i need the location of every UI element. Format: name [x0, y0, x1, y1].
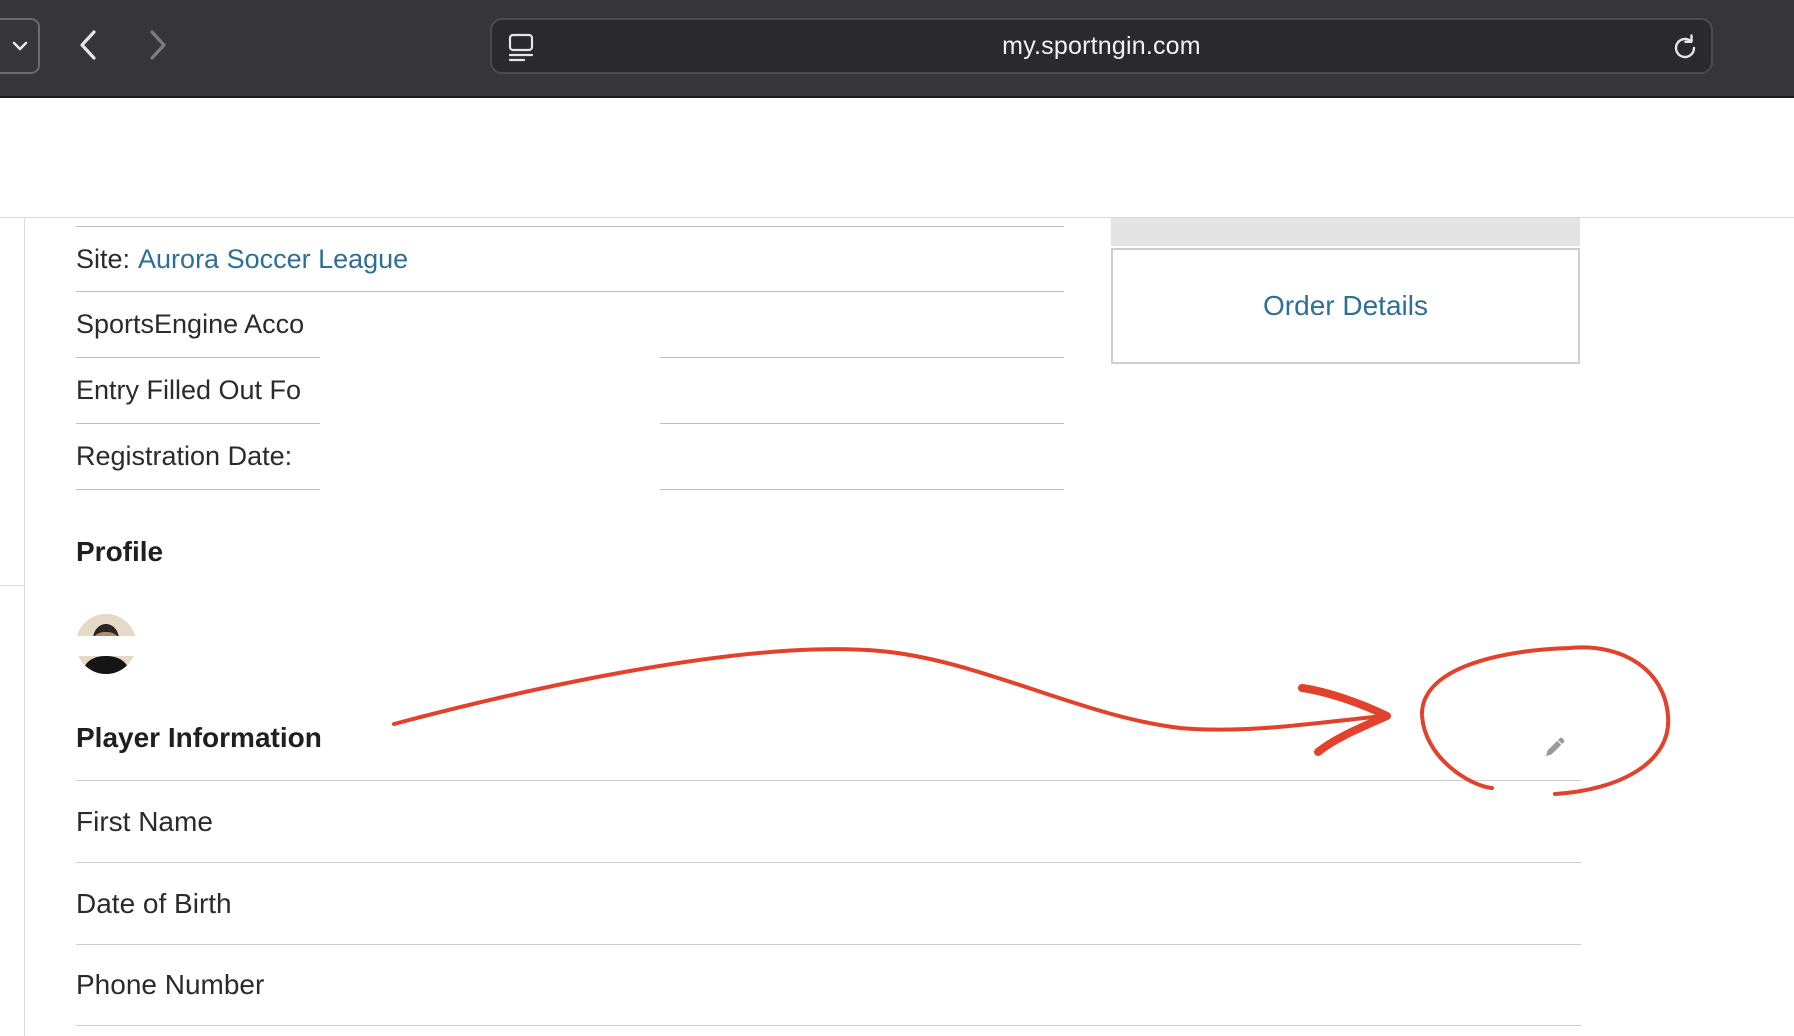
address-bar[interactable]: my.sportngin.com — [490, 18, 1713, 74]
chevron-left-icon — [80, 30, 96, 60]
annotation-arrow-head — [1298, 684, 1391, 756]
site-row: Site: Aurora Soccer League — [76, 226, 1064, 292]
tab-menu-button[interactable] — [0, 18, 40, 74]
account-label: SportsEngine Acco — [76, 309, 305, 339]
browser-toolbar: my.sportngin.com — [0, 0, 1794, 98]
site-link[interactable]: Aurora Soccer League — [138, 244, 408, 275]
table-row: Date of Birth — [76, 862, 1581, 944]
url-text[interactable]: my.sportngin.com — [492, 20, 1711, 72]
player-information-title: Player Information — [76, 722, 322, 753]
annotation-circle — [1419, 645, 1671, 796]
edit-player-info-button[interactable] — [1538, 730, 1572, 764]
table-row: Phone Number — [76, 944, 1581, 1026]
phone-number-label: Phone Number — [76, 969, 265, 1000]
annotation-arrow-stroke — [392, 647, 1386, 732]
site-label: Site: — [76, 243, 131, 274]
left-rail-tick — [0, 585, 24, 586]
registration-summary: Site: Aurora Soccer League SportsEngine … — [76, 226, 1064, 494]
order-details-label: Order Details — [1263, 290, 1428, 321]
entry-label: Entry Filled Out Fo — [76, 375, 302, 405]
name-redaction-mask — [70, 636, 340, 656]
order-sidebar: Order Details — [1111, 218, 1580, 364]
player-information-table: First Name Date of Birth Phone Number — [76, 780, 1581, 1026]
back-button[interactable] — [66, 22, 110, 68]
redaction-mask — [320, 326, 660, 494]
sidebar-header — [1111, 218, 1580, 246]
chevron-down-icon — [12, 41, 28, 51]
order-details-button[interactable]: Order Details — [1111, 248, 1580, 364]
left-rail-divider — [24, 218, 25, 1036]
profile-title: Profile — [76, 536, 164, 567]
reload-icon[interactable] — [1669, 32, 1701, 64]
page-header — [0, 100, 1794, 218]
forward-button[interactable] — [136, 22, 180, 68]
table-row: First Name — [76, 780, 1581, 862]
first-name-label: First Name — [76, 805, 213, 837]
date-of-birth-label: Date of Birth — [76, 887, 232, 919]
pencil-icon — [1546, 737, 1565, 756]
registration-date-label: Registration Date: — [76, 441, 293, 471]
chevron-right-icon — [150, 30, 166, 60]
